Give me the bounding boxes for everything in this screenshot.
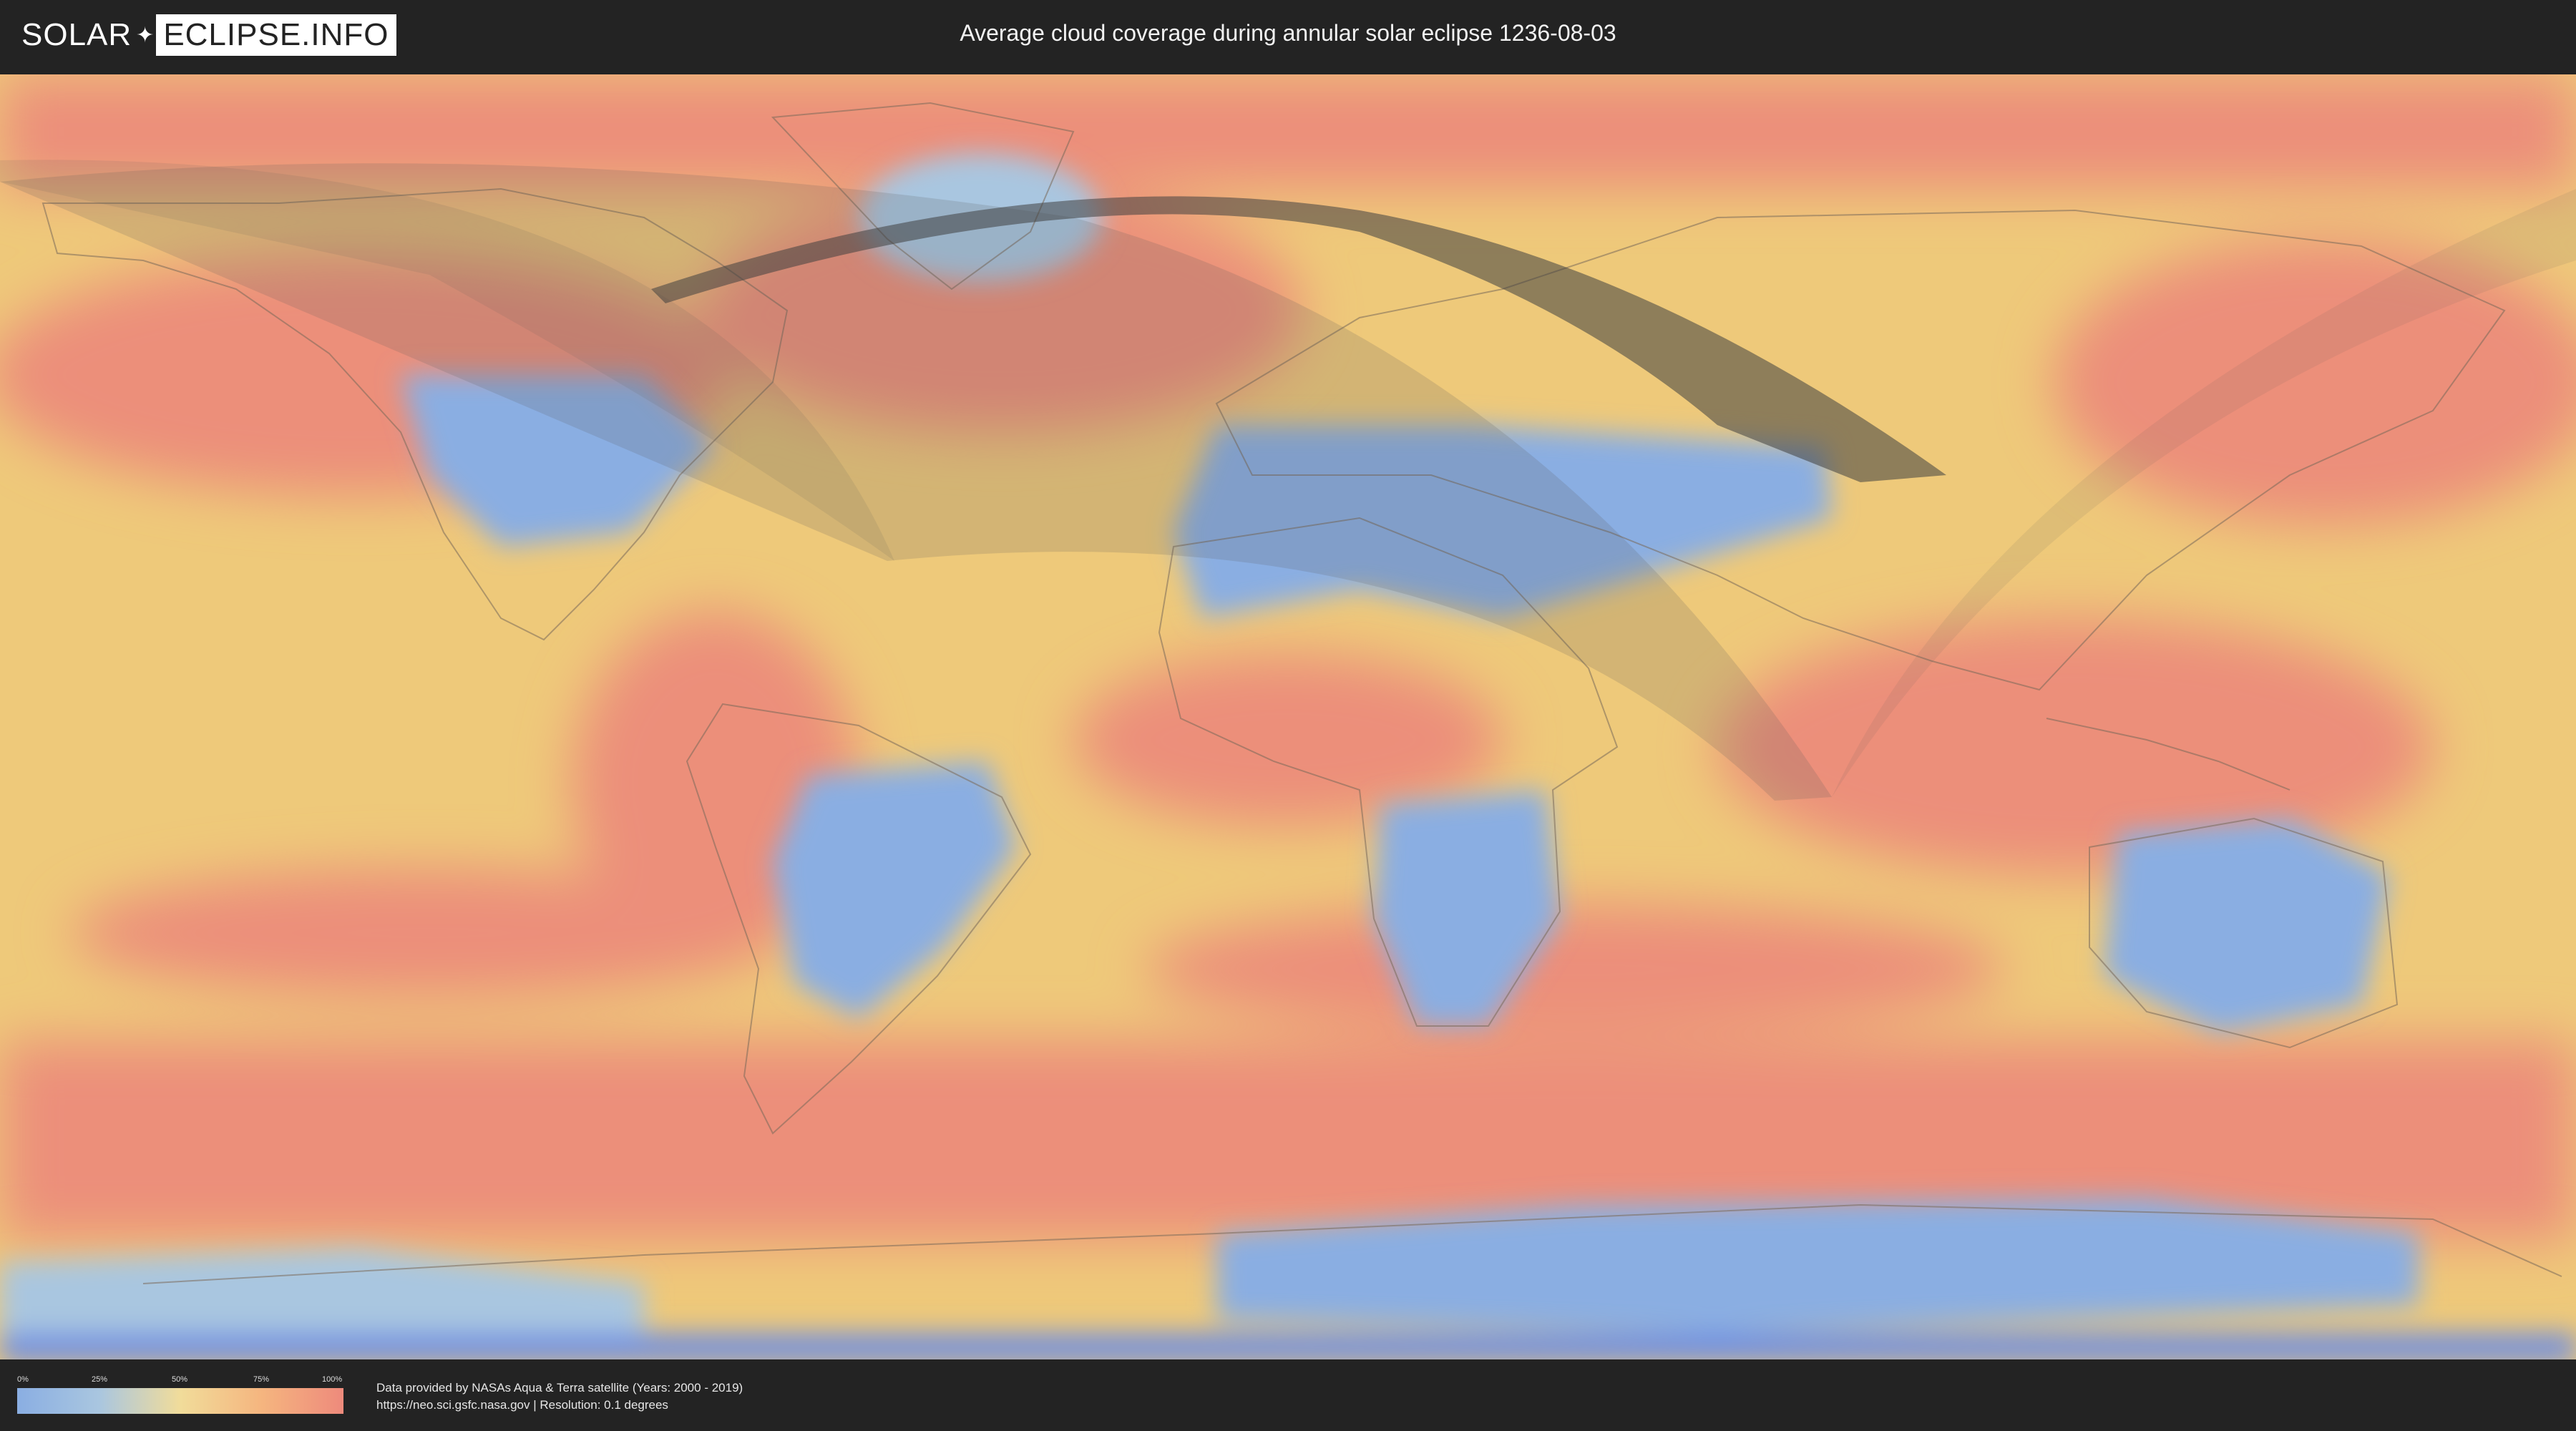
- world-map-svg: [0, 74, 2576, 1359]
- header-bar: SOLAR ✦ ECLIPSE.INFO Average cloud cover…: [0, 0, 2576, 72]
- page-title: Average cloud coverage during annular so…: [960, 20, 1616, 46]
- cloud-coverage-map: [0, 74, 2576, 1359]
- legend-color-bar: [17, 1388, 343, 1414]
- legend-tick-100: 100%: [322, 1375, 343, 1384]
- legend-tick-25: 25%: [92, 1375, 108, 1384]
- cloud-coverage-legend: 0% 25% 50% 75% 100%: [17, 1375, 343, 1422]
- legend-tick-75: 75%: [253, 1375, 270, 1384]
- legend-tick-0: 0%: [17, 1375, 29, 1384]
- data-credits: Data provided by NASAs Aqua & Terra sate…: [376, 1379, 743, 1414]
- legend-tick-50: 50%: [172, 1375, 188, 1384]
- footer-bar: 0% 25% 50% 75% 100% Data provided by NAS…: [0, 1359, 2576, 1431]
- credits-line-link[interactable]: https://neo.sci.gsfc.nasa.gov | Resoluti…: [376, 1397, 743, 1414]
- credits-line-source: Data provided by NASAs Aqua & Terra sate…: [376, 1381, 743, 1395]
